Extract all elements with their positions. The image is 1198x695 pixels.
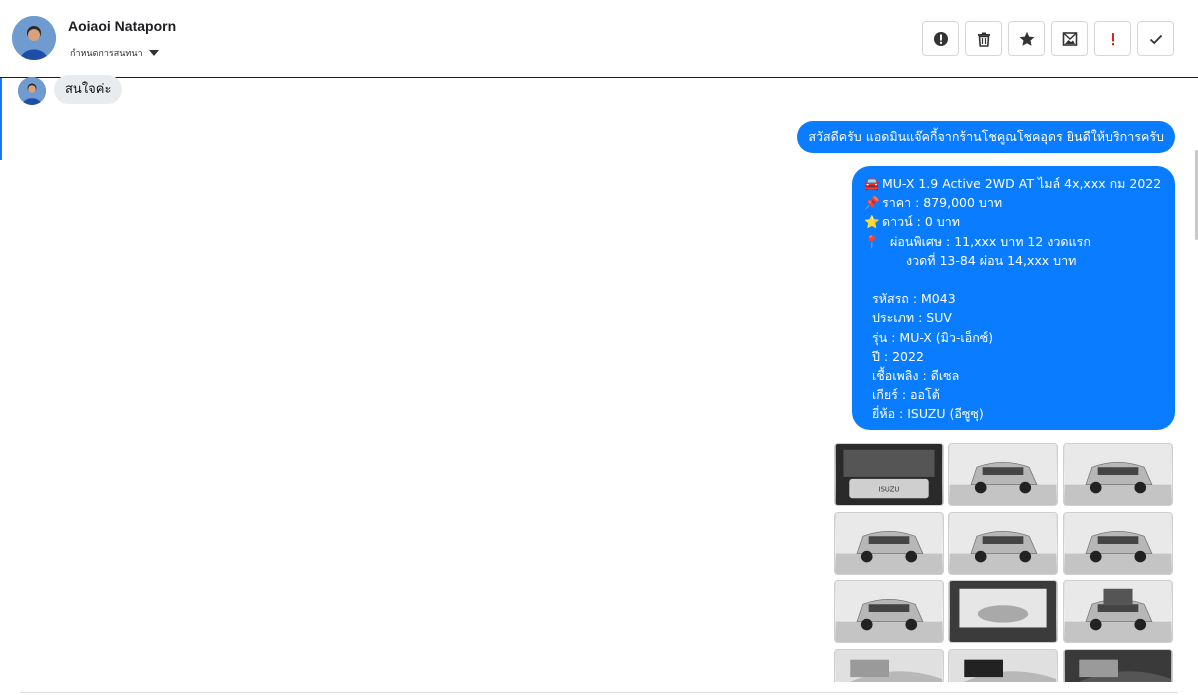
delete-button[interactable]	[965, 21, 1002, 56]
sender-avatar[interactable]	[18, 77, 46, 105]
gallery-photo-rear-left[interactable]	[948, 512, 1058, 575]
car-photo	[835, 581, 943, 642]
gallery-photo-rear[interactable]	[1063, 512, 1173, 575]
car-photo: ISUZU	[835, 444, 943, 505]
photo-gallery: ISUZU	[834, 443, 1174, 682]
mark-unread-button[interactable]	[1051, 21, 1088, 56]
model-line: รุ่น : MU-X (มิว-เอ็กซ์)	[872, 329, 994, 345]
outgoing-message-car-details[interactable]: 🚘 MU-X 1.9 Active 2WD AT ไมล์ 4x,xxx กม 2…	[852, 166, 1175, 430]
conversation-toolbar	[922, 21, 1174, 56]
gallery-photo-engine[interactable]: ISUZU	[834, 443, 944, 506]
car-photo	[835, 513, 943, 574]
gallery-photo-front-left[interactable]	[948, 443, 1058, 506]
caret-down-icon	[148, 50, 159, 56]
avatar-photo	[18, 77, 46, 105]
round-pushpin-icon: 📍	[864, 233, 880, 249]
car-icon: 🚘	[864, 176, 880, 191]
star-button[interactable]	[1008, 21, 1045, 56]
down-payment-line: ⭐ ดาวน์ : 0 บาท	[864, 212, 1165, 231]
status-dropdown[interactable]: กำหนดการสนทนา	[70, 46, 159, 60]
gallery-photo-open-trunk[interactable]	[1063, 580, 1173, 643]
gallery-photo-left-rear[interactable]	[834, 580, 944, 643]
gallery-photo-fender[interactable]	[834, 649, 944, 682]
car-photo	[1064, 513, 1172, 574]
car-title-line: 🚘 MU-X 1.9 Active 2WD AT ไมล์ 4x,xxx กม 2…	[864, 174, 1165, 193]
car-photo	[1064, 444, 1172, 505]
car-photo	[1064, 650, 1172, 682]
thread-accent-bar	[0, 78, 2, 160]
car-photo	[949, 513, 1057, 574]
contact-name: Aoiaoi Nataporn	[68, 18, 177, 34]
car-photo	[835, 650, 943, 682]
trash-icon	[977, 32, 990, 47]
car-photo	[1064, 581, 1172, 642]
mark-done-button[interactable]	[1137, 21, 1174, 56]
star-emoji-icon: ⭐	[864, 214, 880, 230]
installment-line: 📍 ผ่อนพิเศษ : 11,xxx บาท 12 งวดแรก	[864, 232, 1165, 251]
type-line: ประเภท : SUV	[872, 310, 952, 326]
exclamation-circle-icon	[933, 31, 948, 46]
incoming-message[interactable]: สนใจค่ะ	[54, 75, 123, 104]
gallery-photo-side[interactable]	[948, 580, 1058, 643]
star-icon	[1019, 31, 1034, 46]
composer-divider	[20, 692, 1178, 693]
gallery-photo-front[interactable]	[1063, 443, 1173, 506]
gear-line: เกียร์ : ออโต้	[872, 387, 940, 403]
fuel-line: เชื้อเพลิง : ดีเซล	[872, 367, 960, 383]
red-exclamation-icon	[1111, 32, 1114, 45]
checkmark-icon	[1149, 34, 1162, 44]
gallery-photo-door-interior[interactable]	[948, 649, 1058, 682]
year-line: ปี : 2022	[872, 348, 924, 364]
alert-button[interactable]	[922, 21, 959, 56]
car-photo	[949, 444, 1057, 505]
gallery-photo-cabin[interactable]	[1063, 649, 1173, 682]
installment-line-2: งวดที่ 13-84 ผ่อน 14,xxx บาท	[906, 252, 1077, 268]
conversation-header: Aoiaoi Nataporn กำหนดการสนทนา	[0, 0, 1198, 78]
pushpin-icon: 📌	[864, 195, 880, 211]
car-photo	[949, 581, 1057, 642]
status-label: กำหนดการสนทนา	[70, 49, 143, 59]
contact-avatar[interactable]	[12, 16, 56, 60]
code-line: รหัสรถ : M043	[872, 291, 956, 307]
avatar-photo	[12, 16, 56, 60]
brand-line: ยี่ห้อ : ISUZU (อีซูซุ)	[872, 406, 984, 422]
envelope-image-icon	[1062, 31, 1077, 46]
price-line: 📌 ราคา : 879,000 บาท	[864, 193, 1165, 212]
gallery-photo-left[interactable]	[834, 512, 944, 575]
outgoing-message[interactable]: สวัสดีครับ แอดมินแจ๊คกี้จากร้านโชคูณโชคอ…	[797, 121, 1175, 153]
important-button[interactable]	[1094, 21, 1131, 56]
car-photo	[949, 650, 1057, 682]
engine-badge: ISUZU	[879, 485, 900, 493]
